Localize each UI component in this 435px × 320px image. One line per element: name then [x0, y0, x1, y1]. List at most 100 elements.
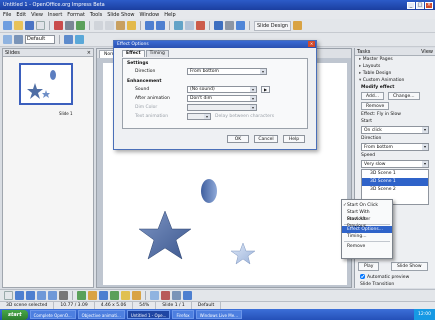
taskbar-button[interactable]: Complete OpenO... — [29, 310, 76, 319]
section-table-design[interactable]: Table Design — [355, 70, 435, 77]
navigator-icon[interactable] — [214, 21, 223, 30]
spellcheck-icon[interactable] — [76, 21, 85, 30]
line-color-icon[interactable] — [64, 35, 73, 44]
flowchart-icon[interactable] — [110, 291, 119, 300]
menu-start-on-click[interactable]: Start On Click — [342, 202, 392, 209]
slide-transition-section[interactable]: Slide Transition — [360, 282, 394, 287]
arrow-style-icon[interactable] — [14, 35, 23, 44]
copy-icon[interactable] — [105, 21, 114, 30]
slide-design-button[interactable]: Slide Design — [254, 20, 292, 31]
slide-thumbnail[interactable] — [19, 63, 73, 105]
play-sound-icon[interactable]: ▶ — [261, 86, 270, 93]
direction-select[interactable]: From bottom ▾ — [187, 68, 267, 75]
menu-effect-options[interactable]: Effect Options... — [342, 226, 392, 233]
zoom-icon[interactable] — [225, 21, 234, 30]
menu-format[interactable]: Format — [67, 12, 85, 18]
menu-remove[interactable]: Remove — [342, 243, 392, 250]
format-paintbrush-icon[interactable] — [127, 21, 136, 30]
help-button[interactable]: Help — [283, 135, 305, 143]
table-icon[interactable] — [185, 21, 194, 30]
play-button[interactable]: Play — [358, 262, 380, 271]
text-icon[interactable] — [59, 291, 68, 300]
print-icon[interactable] — [65, 21, 74, 30]
slide-show-icon[interactable] — [293, 21, 303, 30]
menu-tools[interactable]: Tools — [90, 12, 102, 18]
save-icon[interactable] — [25, 21, 34, 30]
menu-file[interactable]: File — [3, 12, 11, 18]
open-icon[interactable] — [14, 21, 23, 30]
export-pdf-icon[interactable] — [54, 21, 63, 30]
cancel-button[interactable]: Cancel — [254, 135, 278, 143]
status-bar: 3D scene selected 10.77 / 3.09 4.46 x 5.… — [0, 301, 435, 310]
section-master-pages[interactable]: Master Pages — [355, 56, 435, 63]
chevron-down-icon: ▾ — [250, 105, 256, 110]
fontwork-icon[interactable] — [161, 291, 170, 300]
menu-help[interactable]: Help — [164, 12, 175, 18]
new-icon[interactable] — [3, 21, 12, 30]
minimize-button[interactable]: _ — [407, 1, 415, 9]
animation-list-item[interactable]: 3D Scene 1 — [362, 170, 428, 178]
ellipse-icon[interactable] — [48, 291, 57, 300]
rectangle-icon[interactable] — [37, 291, 46, 300]
menu-view[interactable]: View — [31, 12, 43, 18]
tasks-view-menu[interactable]: View — [421, 48, 433, 56]
points-icon[interactable] — [150, 291, 159, 300]
stars-icon[interactable] — [132, 291, 141, 300]
callouts-icon[interactable] — [121, 291, 130, 300]
speed-label: Speed — [361, 153, 376, 158]
sound-select[interactable]: (No sound) ▾ — [187, 86, 257, 93]
area-fill-icon[interactable] — [75, 35, 84, 44]
menu-window[interactable]: Window — [140, 12, 160, 18]
menu-edit[interactable]: Edit — [16, 12, 26, 18]
section-custom-animation[interactable]: Custom Animation — [355, 77, 435, 84]
tab-effect[interactable]: Effect — [122, 50, 145, 57]
paste-icon[interactable] — [116, 21, 125, 30]
menu-start-after-previous[interactable]: Start After Previous — [342, 216, 392, 229]
symbol-shapes-icon[interactable] — [88, 291, 97, 300]
cut-icon[interactable] — [94, 21, 103, 30]
chart-icon[interactable] — [174, 21, 183, 30]
after-animation-select[interactable]: Don't dim ▾ — [187, 95, 257, 102]
direction-select[interactable]: From bottom ▾ — [361, 143, 429, 151]
tab-timing[interactable]: Timing — [145, 50, 169, 57]
speed-select[interactable]: Very slow ▾ — [361, 160, 429, 168]
email-icon[interactable] — [36, 21, 45, 30]
add-effect-button[interactable]: Add... — [361, 92, 385, 100]
select-arrow-icon[interactable] — [4, 291, 13, 300]
automatic-preview-checkbox[interactable] — [360, 274, 365, 279]
line-style-icon[interactable] — [3, 35, 12, 44]
show-draw-functions-icon[interactable] — [196, 21, 205, 30]
maximize-button[interactable]: □ — [416, 1, 424, 9]
menu-insert[interactable]: Insert — [48, 12, 62, 18]
arrow-line-icon[interactable] — [26, 291, 35, 300]
ok-button[interactable]: OK — [227, 135, 249, 143]
close-pane-icon[interactable]: × — [87, 49, 91, 57]
taskbar-button[interactable]: Firefox — [172, 310, 194, 319]
basic-shapes-icon[interactable] — [77, 291, 86, 300]
from-file-icon[interactable] — [172, 291, 181, 300]
dialog-close-icon[interactable]: × — [308, 41, 315, 47]
system-tray-clock: 12:00 — [414, 309, 435, 320]
menu-slide-show[interactable]: Slide Show — [107, 12, 134, 18]
block-arrows-icon[interactable] — [99, 291, 108, 300]
line-icon[interactable] — [15, 291, 24, 300]
section-layouts[interactable]: Layouts — [355, 63, 435, 70]
animation-list-item[interactable]: 3D Scene 1 — [362, 178, 428, 186]
start-select[interactable]: On click ▾ — [361, 126, 429, 134]
animation-list-item[interactable]: 3D Scene 2 — [362, 186, 428, 194]
taskbar-button[interactable]: Objective animati... — [77, 310, 125, 319]
start-button[interactable]: start — [2, 309, 28, 320]
extrusion-icon[interactable] — [183, 291, 192, 300]
redo-icon[interactable] — [156, 21, 165, 30]
close-window-button[interactable]: × — [425, 1, 433, 9]
menu-start-with-previous[interactable]: Start With Previous — [342, 209, 392, 222]
undo-icon[interactable] — [145, 21, 154, 30]
slide-show-button[interactable]: Slide Show — [391, 262, 428, 271]
help-icon[interactable] — [236, 21, 245, 30]
taskbar-button[interactable]: Windows Live Me... — [195, 310, 242, 319]
change-effect-button[interactable]: Change... — [388, 92, 420, 100]
menu-timing[interactable]: Timing... — [342, 233, 392, 240]
taskbar-button[interactable]: Untitled 1 - Ope... — [126, 310, 171, 319]
remove-effect-button[interactable]: Remove — [361, 102, 390, 110]
layout-combo[interactable]: Default — [25, 35, 55, 44]
